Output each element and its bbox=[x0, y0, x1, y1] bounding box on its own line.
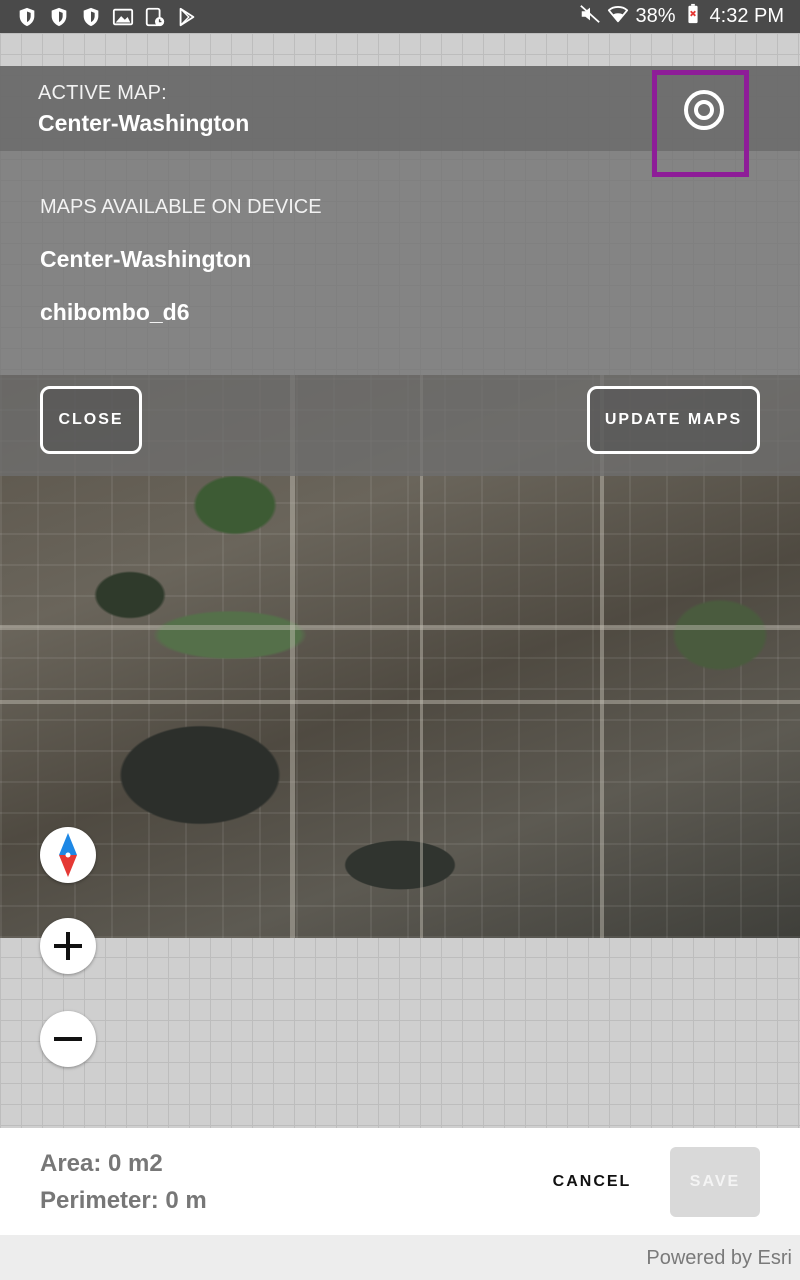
wifi-icon bbox=[607, 3, 629, 31]
shield-icon bbox=[14, 4, 39, 29]
attribution-bar: Powered by Esri bbox=[0, 1235, 800, 1280]
update-maps-button[interactable]: UPDATE MAPS bbox=[587, 386, 760, 454]
map-view[interactable]: ACTIVE MAP: Center-Washington MAPS AVAIL… bbox=[0, 33, 800, 1128]
save-button[interactable]: SAVE bbox=[670, 1147, 760, 1217]
area-readout: Area: 0 m2 bbox=[40, 1150, 163, 1177]
minus-icon bbox=[54, 1037, 82, 1041]
map-road bbox=[0, 625, 800, 630]
map-item-chibombo[interactable]: chibombo_d6 bbox=[40, 299, 190, 326]
measure-bar: Area: 0 m2 Perimeter: 0 m CANCEL SAVE bbox=[0, 1128, 800, 1235]
esri-attribution: Powered by Esri bbox=[646, 1247, 792, 1269]
device-icon bbox=[142, 4, 167, 29]
active-map-label: ACTIVE MAP: bbox=[38, 82, 167, 104]
battery-icon bbox=[682, 3, 704, 31]
status-bar: 38% 4:32 PM bbox=[0, 0, 800, 33]
mute-icon bbox=[579, 3, 601, 31]
system-status: 38% 4:32 PM bbox=[579, 3, 784, 31]
zoom-in-button[interactable] bbox=[40, 918, 96, 974]
perimeter-readout: Perimeter: 0 m bbox=[40, 1187, 207, 1214]
notification-icons bbox=[14, 4, 199, 29]
active-map-name: Center-Washington bbox=[38, 110, 250, 136]
close-button[interactable]: CLOSE bbox=[40, 386, 142, 454]
play-store-icon bbox=[174, 4, 199, 29]
clock: 4:32 PM bbox=[709, 5, 784, 27]
zoom-out-button[interactable] bbox=[40, 1011, 96, 1067]
map-item-center-washington[interactable]: Center-Washington bbox=[40, 246, 251, 273]
highlight-box bbox=[652, 70, 749, 177]
maps-available-title: MAPS AVAILABLE ON DEVICE bbox=[40, 196, 322, 218]
shield-icon bbox=[78, 4, 103, 29]
active-map-header: ACTIVE MAP: Center-Washington bbox=[0, 66, 800, 177]
compass-button[interactable] bbox=[40, 827, 96, 883]
shield-icon bbox=[46, 4, 71, 29]
compass-icon bbox=[59, 833, 77, 877]
map-road bbox=[0, 700, 800, 704]
offline-maps-panel: ACTIVE MAP: Center-Washington MAPS AVAIL… bbox=[0, 66, 800, 476]
image-icon bbox=[110, 4, 135, 29]
plus-icon bbox=[54, 932, 82, 960]
cancel-button[interactable]: CANCEL bbox=[540, 1164, 644, 1200]
battery-percent: 38% bbox=[635, 5, 676, 27]
